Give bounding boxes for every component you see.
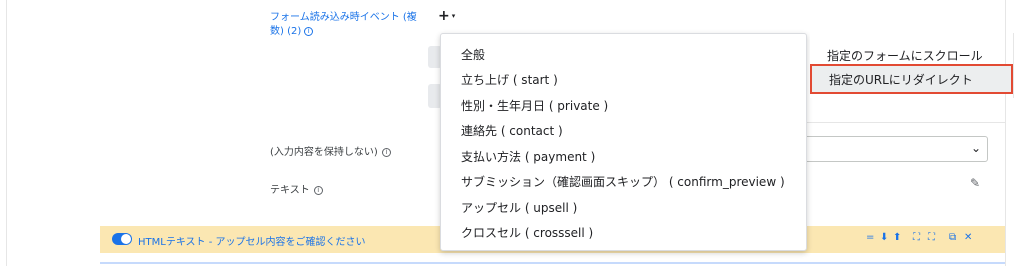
panel-border-left	[6, 0, 7, 266]
action-submenu: 指定のフォームにスクロール 指定のURLにリダイレクト	[810, 33, 1013, 98]
submenu-item-scroll-to-form[interactable]: 指定のフォームにスクロール	[827, 47, 983, 64]
event-field-label[interactable]: フォーム読み込み時イベント (複数) (2) i	[270, 11, 430, 39]
dropdown-item-contact[interactable]: 連絡先 ( contact )	[461, 122, 563, 139]
expand-icon[interactable]: ⛶	[928, 232, 935, 243]
dropdown-item-private[interactable]: 性別・生年月日 ( private )	[461, 97, 608, 114]
menu-icon[interactable]: =	[866, 232, 874, 243]
move-down-icon[interactable]: ⬇	[880, 232, 888, 243]
chevron-down-icon: ⌄	[970, 141, 981, 155]
html-text-toggle[interactable]	[112, 233, 132, 245]
collapse-icon[interactable]: ⛶	[913, 232, 920, 243]
edit-pencil-icon[interactable]: ✎	[970, 176, 980, 190]
dropdown-item-payment[interactable]: 支払い方法 ( payment )	[461, 148, 595, 165]
hold-input-select[interactable]: ⌄	[800, 136, 988, 162]
divider	[1013, 33, 1014, 98]
plus-icon: +	[438, 8, 450, 24]
html-text-label: HTMLテキスト - アップセル内容をご確認ください	[138, 237, 366, 248]
move-up-icon[interactable]: ⬆	[893, 232, 901, 243]
submenu-item-redirect-url[interactable]: 指定のURLにリダイレクト	[810, 64, 1013, 94]
bottom-divider	[100, 262, 1005, 264]
dropdown-item-confirm-preview[interactable]: サブミッション（確認画面スキップ） ( confirm_preview )	[461, 173, 785, 190]
info-icon[interactable]: i	[304, 26, 314, 36]
close-icon[interactable]: ✕	[964, 232, 972, 243]
hold-input-label-text: (入力内容を保持しない)	[270, 147, 378, 158]
event-category-dropdown: 全般 立ち上げ ( start ) 性別・生年月日 ( private ) 連絡…	[440, 33, 807, 251]
text-field-label: テキスト i	[270, 181, 323, 196]
add-event-button[interactable]: + ▾	[438, 8, 455, 24]
hold-input-label: (入力内容を保持しない) i	[270, 143, 391, 158]
chevron-down-icon: ▾	[451, 12, 456, 20]
form-editor-stage: フォーム読み込み時イベント (複数) (2) i + ▾ (入力内容を保持しない) i…	[0, 0, 1028, 266]
text-field-label-text: テキスト	[270, 185, 310, 196]
dropdown-item-general[interactable]: 全般	[461, 46, 485, 63]
panel-border-right	[1005, 0, 1006, 266]
copy-icon[interactable]: ⧉	[949, 232, 956, 243]
event-field-label-text: フォーム読み込み時イベント (複数) (2)	[270, 12, 417, 37]
dropdown-item-start[interactable]: 立ち上げ ( start )	[461, 71, 558, 88]
dropdown-item-upsell[interactable]: アップセル ( upsell )	[461, 199, 577, 216]
info-icon[interactable]: i	[313, 185, 323, 195]
divider	[800, 122, 1005, 123]
dropdown-item-crosssell[interactable]: クロスセル ( crosssell )	[461, 224, 593, 241]
info-icon[interactable]: i	[381, 147, 391, 157]
